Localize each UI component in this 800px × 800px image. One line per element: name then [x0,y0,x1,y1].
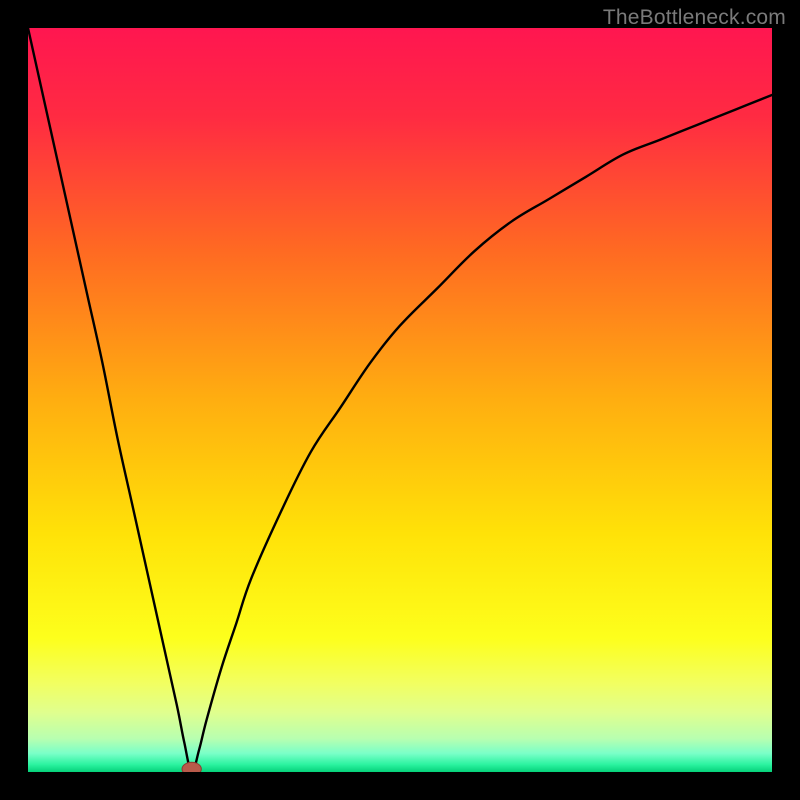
watermark-text: TheBottleneck.com [603,6,786,30]
chart-frame: TheBottleneck.com [0,0,800,800]
plot-area [28,28,772,772]
minimum-marker [182,762,201,772]
chart-svg [28,28,772,772]
